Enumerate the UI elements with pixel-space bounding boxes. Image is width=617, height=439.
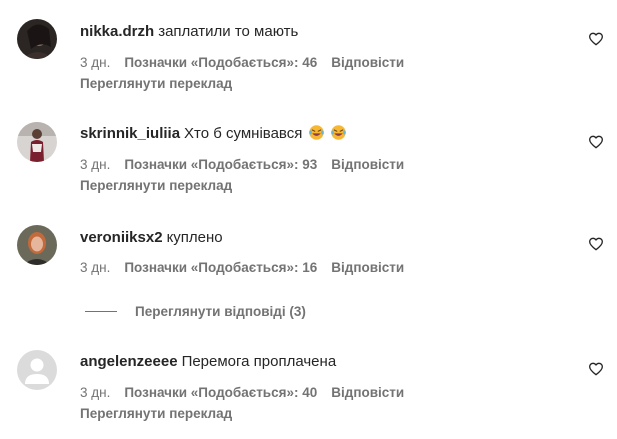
avatar[interactable] <box>17 122 57 162</box>
comment-text: Хто б сумнівався <box>184 125 303 142</box>
heart-outline-icon[interactable] <box>588 361 604 377</box>
reply-button[interactable]: Відповісти <box>331 384 404 402</box>
comment-text-line: nikka.drzh заплатили то мають <box>80 22 298 42</box>
view-replies-button[interactable]: Переглянути відповіді (3) <box>85 302 306 320</box>
comment-meta: 3 дн. Позначки «Подобається»: 93 Відповіст… <box>80 156 404 174</box>
comment-meta: 3 дн. Позначки «Подобається»: 40 Відповіст… <box>80 384 404 402</box>
heart-outline-icon[interactable] <box>588 31 604 47</box>
timestamp[interactable]: 3 дн. <box>80 259 110 277</box>
view-translation-button[interactable]: Переглянути переклад <box>80 177 232 195</box>
comment-text-line: skrinnik_iuliia Хто б сумнівався <box>80 124 347 144</box>
username[interactable]: veroniiksx2 <box>80 229 163 246</box>
username[interactable]: skrinnik_iuliia <box>80 125 180 142</box>
timestamp[interactable]: 3 дн. <box>80 54 110 72</box>
avatar[interactable] <box>17 225 57 265</box>
heart-outline-icon[interactable] <box>588 134 604 150</box>
laughing-tears-emoji <box>308 125 324 140</box>
likes-count[interactable]: Позначки «Подобається»: 46 <box>124 54 317 72</box>
timestamp[interactable]: 3 дн. <box>80 384 110 402</box>
view-translation-button[interactable]: Переглянути переклад <box>80 75 232 93</box>
reply-button[interactable]: Відповісти <box>331 54 404 72</box>
username[interactable]: nikka.drzh <box>80 23 154 40</box>
reply-button[interactable]: Відповісти <box>331 156 404 174</box>
comment-text: Перемога проплачена <box>181 353 337 370</box>
comment-meta: 3 дн. Позначки «Подобається»: 46 Відповіст… <box>80 54 404 72</box>
comment-meta: 3 дн. Позначки «Подобається»: 16 Відповіст… <box>80 259 404 277</box>
comment-text: заплатили то мають <box>158 23 299 40</box>
comment-text-line: veroniiksx2 куплено <box>80 228 223 248</box>
laughing-tears-emoji <box>330 125 346 140</box>
avatar[interactable] <box>17 19 57 59</box>
avatar[interactable] <box>17 350 57 390</box>
comment-text: куплено <box>166 229 223 246</box>
timestamp[interactable]: 3 дн. <box>80 156 110 174</box>
likes-count[interactable]: Позначки «Подобається»: 93 <box>124 156 317 174</box>
username[interactable]: angelenzeeee <box>80 353 178 370</box>
divider-line <box>85 310 117 312</box>
comment-text-line: angelenzeeee Перемога проплачена <box>80 352 336 372</box>
likes-count[interactable]: Позначки «Подобається»: 40 <box>124 384 317 402</box>
reply-button[interactable]: Відповісти <box>331 259 404 277</box>
heart-outline-icon[interactable] <box>588 236 604 252</box>
view-translation-button[interactable]: Переглянути переклад <box>80 405 232 423</box>
view-replies-label: Переглянути відповіді (3) <box>135 303 306 319</box>
likes-count[interactable]: Позначки «Подобається»: 16 <box>124 259 317 277</box>
